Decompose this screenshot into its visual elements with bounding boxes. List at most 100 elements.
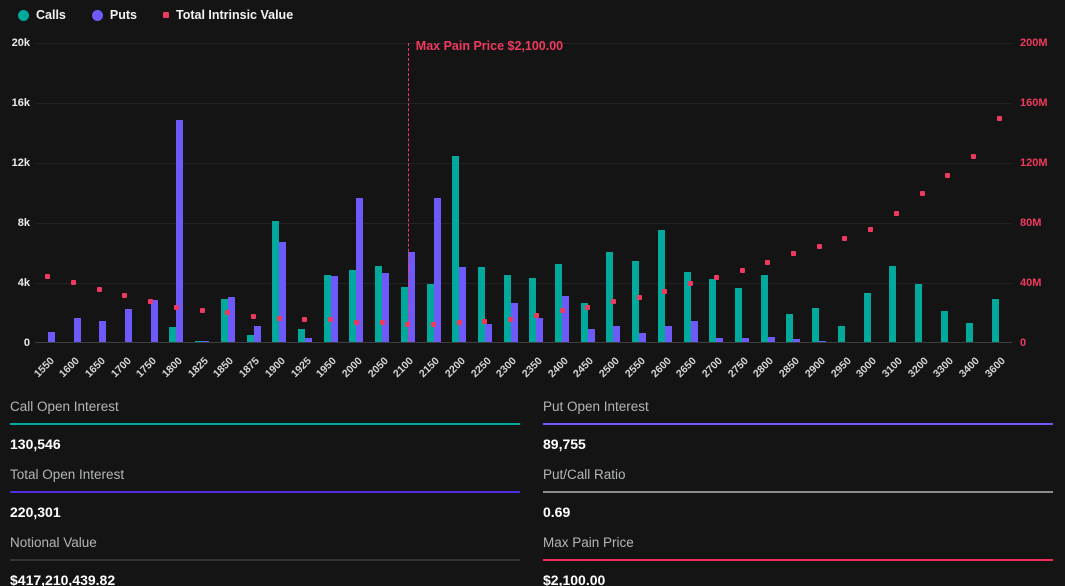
intrinsic-dot[interactable] bbox=[225, 310, 230, 315]
puts-bar[interactable] bbox=[331, 276, 338, 342]
chart-bar-group[interactable] bbox=[549, 43, 575, 342]
chart-bar-group[interactable] bbox=[112, 43, 138, 342]
chart-bar-group[interactable] bbox=[164, 43, 190, 342]
intrinsic-dot[interactable] bbox=[45, 274, 50, 279]
legend-item-calls[interactable]: Calls bbox=[18, 8, 66, 22]
intrinsic-dot[interactable] bbox=[122, 293, 127, 298]
intrinsic-dot[interactable] bbox=[328, 317, 333, 322]
puts-bar[interactable] bbox=[793, 339, 800, 342]
chart-bar-group[interactable] bbox=[909, 43, 935, 342]
chart-bar-group[interactable] bbox=[266, 43, 292, 342]
puts-bar[interactable] bbox=[382, 273, 389, 342]
intrinsic-dot[interactable] bbox=[945, 173, 950, 178]
legend-item-intrinsic[interactable]: Total Intrinsic Value bbox=[163, 8, 293, 22]
puts-bar[interactable] bbox=[511, 303, 518, 342]
puts-bar[interactable] bbox=[125, 309, 132, 342]
calls-bar[interactable] bbox=[349, 270, 356, 342]
intrinsic-dot[interactable] bbox=[842, 236, 847, 241]
calls-bar[interactable] bbox=[735, 288, 742, 342]
calls-bar[interactable] bbox=[452, 156, 459, 342]
intrinsic-dot[interactable] bbox=[765, 260, 770, 265]
chart-bar-group[interactable] bbox=[883, 43, 909, 342]
calls-bar[interactable] bbox=[298, 329, 305, 343]
calls-bar[interactable] bbox=[632, 261, 639, 342]
calls-bar[interactable] bbox=[272, 221, 279, 343]
puts-bar[interactable] bbox=[74, 318, 81, 342]
calls-bar[interactable] bbox=[889, 266, 896, 343]
calls-bar[interactable] bbox=[195, 341, 202, 343]
puts-bar[interactable] bbox=[305, 338, 312, 343]
calls-bar[interactable] bbox=[915, 284, 922, 343]
calls-bar[interactable] bbox=[555, 264, 562, 342]
intrinsic-dot[interactable] bbox=[148, 299, 153, 304]
calls-bar[interactable] bbox=[838, 326, 845, 343]
chart-bar-group[interactable] bbox=[524, 43, 550, 342]
intrinsic-dot[interactable] bbox=[791, 251, 796, 256]
intrinsic-dot[interactable] bbox=[302, 317, 307, 322]
intrinsic-dot[interactable] bbox=[740, 268, 745, 273]
puts-bar[interactable] bbox=[99, 321, 106, 342]
chart-bar-group[interactable] bbox=[498, 43, 524, 342]
puts-bar[interactable] bbox=[279, 242, 286, 343]
chart-bar-group[interactable] bbox=[986, 43, 1012, 342]
chart-bar-group[interactable] bbox=[189, 43, 215, 342]
intrinsic-dot[interactable] bbox=[920, 191, 925, 196]
puts-bar[interactable] bbox=[819, 341, 826, 343]
calls-bar[interactable] bbox=[709, 279, 716, 342]
chart-bar-group[interactable] bbox=[729, 43, 755, 342]
intrinsic-dot[interactable] bbox=[71, 280, 76, 285]
puts-bar[interactable] bbox=[254, 326, 261, 343]
puts-bar[interactable] bbox=[562, 296, 569, 343]
chart-bar-group[interactable] bbox=[241, 43, 267, 342]
puts-bar[interactable] bbox=[48, 332, 55, 343]
chart-bar-group[interactable] bbox=[832, 43, 858, 342]
puts-bar[interactable] bbox=[202, 341, 209, 343]
intrinsic-dot[interactable] bbox=[97, 287, 102, 292]
intrinsic-dot[interactable] bbox=[611, 299, 616, 304]
calls-bar[interactable] bbox=[606, 252, 613, 342]
chart-bar-group[interactable] bbox=[292, 43, 318, 342]
intrinsic-dot[interactable] bbox=[714, 275, 719, 280]
intrinsic-dot[interactable] bbox=[251, 314, 256, 319]
calls-bar[interactable] bbox=[992, 299, 999, 343]
chart-bar-group[interactable] bbox=[601, 43, 627, 342]
chart-bar-group[interactable] bbox=[755, 43, 781, 342]
chart-bar-group[interactable] bbox=[369, 43, 395, 342]
chart-bar-group[interactable] bbox=[86, 43, 112, 342]
chart-bar-group[interactable] bbox=[446, 43, 472, 342]
calls-bar[interactable] bbox=[478, 267, 485, 342]
chart-bar-group[interactable] bbox=[344, 43, 370, 342]
intrinsic-dot[interactable] bbox=[688, 281, 693, 286]
calls-bar[interactable] bbox=[169, 327, 176, 342]
intrinsic-dot[interactable] bbox=[354, 320, 359, 325]
calls-bar[interactable] bbox=[529, 278, 536, 343]
calls-bar[interactable] bbox=[864, 293, 871, 343]
calls-bar[interactable] bbox=[658, 230, 665, 343]
chart-bar-group[interactable] bbox=[935, 43, 961, 342]
intrinsic-dot[interactable] bbox=[277, 316, 282, 321]
intrinsic-dot[interactable] bbox=[560, 308, 565, 313]
puts-bar[interactable] bbox=[434, 198, 441, 342]
intrinsic-dot[interactable] bbox=[380, 320, 385, 325]
puts-bar[interactable] bbox=[716, 338, 723, 343]
chart-bar-group[interactable] bbox=[575, 43, 601, 342]
calls-bar[interactable] bbox=[786, 314, 793, 343]
puts-bar[interactable] bbox=[536, 318, 543, 342]
calls-bar[interactable] bbox=[427, 284, 434, 343]
chart-bar-group[interactable] bbox=[858, 43, 884, 342]
intrinsic-dot[interactable] bbox=[457, 320, 462, 325]
chart-bar-group[interactable] bbox=[703, 43, 729, 342]
chart-bar-group[interactable] bbox=[961, 43, 987, 342]
chart-bar-group[interactable] bbox=[806, 43, 832, 342]
calls-bar[interactable] bbox=[221, 299, 228, 343]
intrinsic-dot[interactable] bbox=[534, 313, 539, 318]
intrinsic-dot[interactable] bbox=[508, 317, 513, 322]
chart-bar-group[interactable] bbox=[215, 43, 241, 342]
puts-bar[interactable] bbox=[613, 326, 620, 343]
puts-bar[interactable] bbox=[742, 338, 749, 343]
calls-bar[interactable] bbox=[941, 311, 948, 343]
intrinsic-dot[interactable] bbox=[174, 305, 179, 310]
puts-bar[interactable] bbox=[665, 326, 672, 343]
intrinsic-dot[interactable] bbox=[637, 295, 642, 300]
intrinsic-dot[interactable] bbox=[431, 322, 436, 327]
